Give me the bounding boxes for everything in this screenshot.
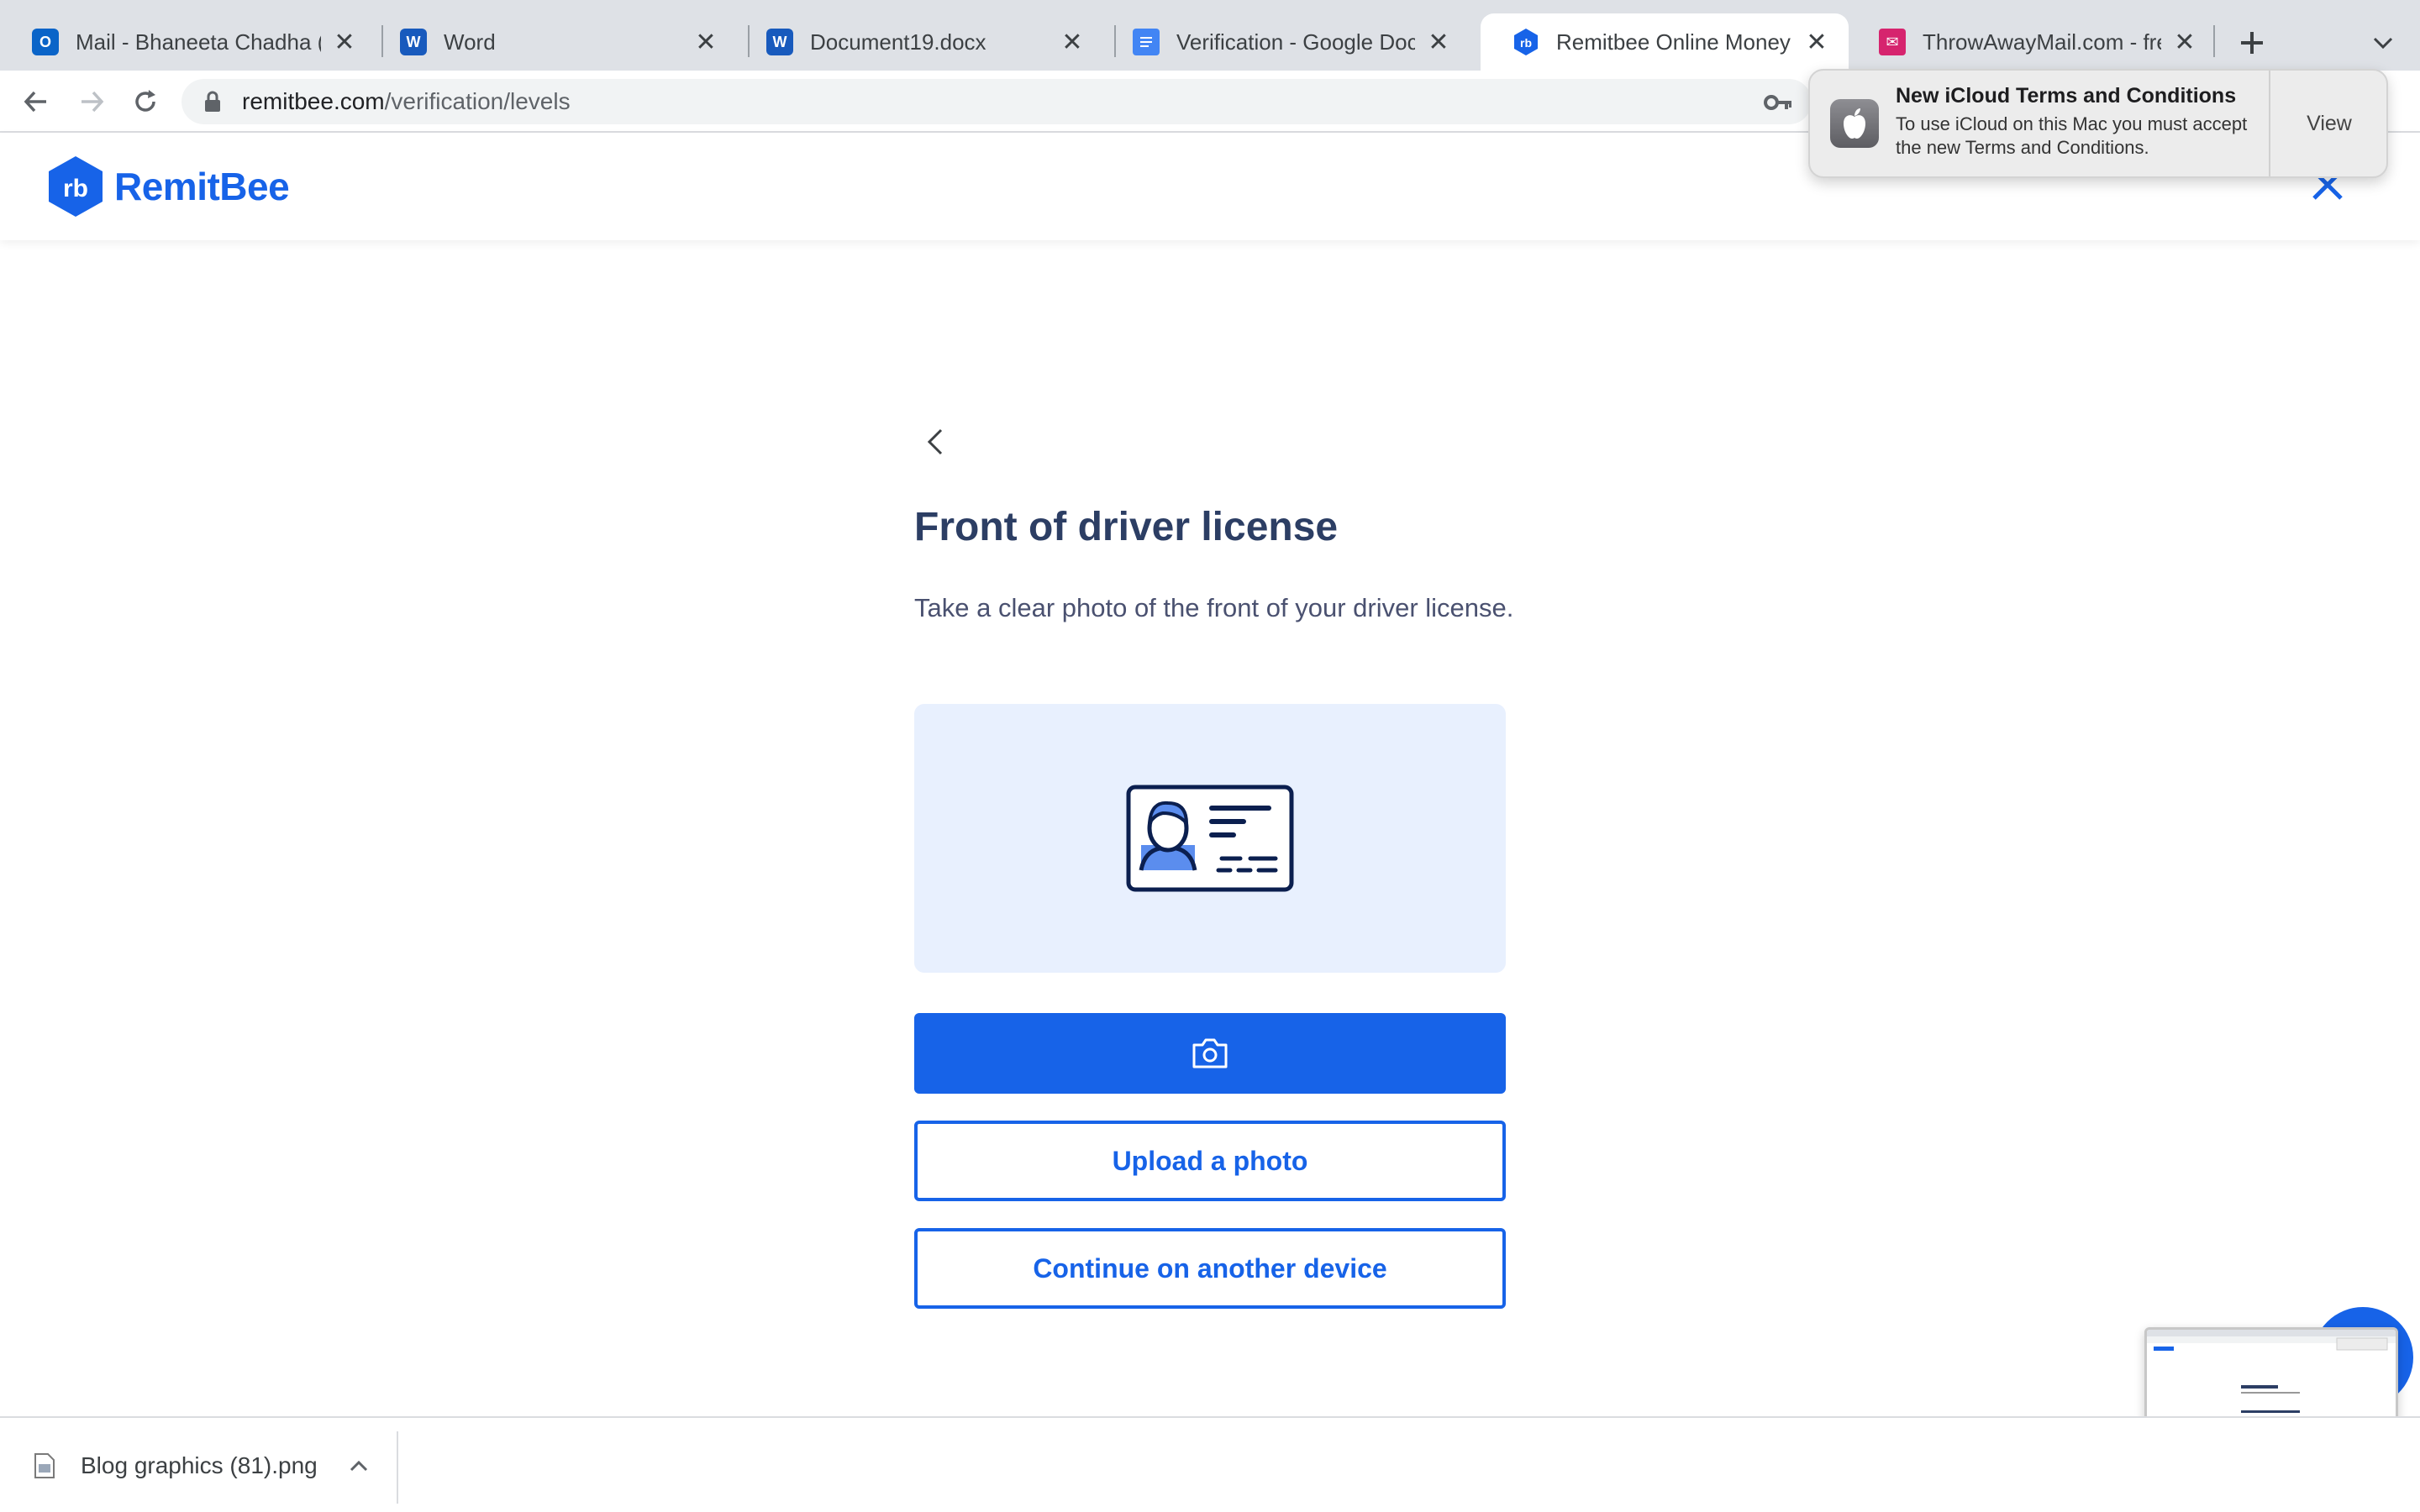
notification-title: New iCloud Terms and Conditions <box>1896 84 2237 108</box>
download-shelf: Blog graphics (81).png <box>0 1416 2420 1512</box>
browser-tab-throwawaymail[interactable]: ✉ ThrowAwayMail.com - free ✕ <box>1847 13 2217 71</box>
browser-tab-google-docs[interactable]: Verification - Google Docs ✕ <box>1101 13 1470 71</box>
close-tab-icon[interactable]: ✕ <box>329 27 360 57</box>
download-filename: Blog graphics (81).png <box>81 1452 318 1478</box>
arrow-left-icon <box>24 91 46 113</box>
browser-tab-strip: O Mail - Bhaneeta Chadha (Re ✕ W Word ✕ … <box>0 0 2420 71</box>
tab-title: Document19.docx <box>810 29 986 55</box>
arrow-right-icon <box>82 91 104 113</box>
remitbee-icon: rb <box>1512 29 1539 55</box>
chevron-left-icon[interactable] <box>919 425 953 459</box>
file-icon <box>34 1453 55 1478</box>
forward-button[interactable] <box>71 81 113 123</box>
key-icon[interactable] <box>1763 87 1793 118</box>
address-bar[interactable]: remitbee.com/verification/levels <box>182 79 1812 124</box>
icloud-notification[interactable]: New iCloud Terms and Conditions To use i… <box>1808 69 2388 178</box>
tab-title: Remitbee Online Money Tra <box>1556 29 1793 55</box>
remitbee-logo[interactable]: rb RemitBee <box>47 155 290 218</box>
throwawaymail-icon: ✉ <box>1879 29 1906 55</box>
close-tab-icon[interactable]: ✕ <box>1802 27 1832 57</box>
svg-text:rb: rb <box>1520 36 1532 50</box>
tab-separator <box>2213 25 2215 57</box>
tab-title: Word <box>444 29 496 55</box>
tab-title: Mail - Bhaneeta Chadha (Re <box>76 29 321 55</box>
url-host: remitbee.com <box>242 88 385 114</box>
new-tab-button[interactable] <box>2228 24 2275 62</box>
tab-title: ThrowAwayMail.com - free <box>1923 29 2161 55</box>
tab-search-button[interactable] <box>2363 24 2403 62</box>
browser-tab-document19[interactable]: W Document19.docx ✕ <box>734 13 1104 71</box>
close-tab-icon[interactable]: ✕ <box>1057 27 1087 57</box>
download-separator <box>397 1431 398 1504</box>
notification-view-button[interactable]: View <box>2270 71 2388 176</box>
take-photo-button[interactable] <box>914 1013 1506 1094</box>
browser-tab-mail[interactable]: O Mail - Bhaneeta Chadha (Re ✕ <box>0 13 376 71</box>
download-item[interactable]: Blog graphics (81).png <box>34 1435 371 1497</box>
tab-title: Verification - Google Docs <box>1176 29 1415 55</box>
lock-icon <box>205 91 220 112</box>
svg-text:rb: rb <box>63 175 88 202</box>
notification-body: To use iCloud on this Mac you must accep… <box>1896 113 2248 158</box>
word-icon: W <box>766 29 793 55</box>
chevron-down-icon <box>2373 37 2393 50</box>
id-card-illustration <box>914 704 1506 973</box>
reload-button[interactable] <box>124 81 166 123</box>
browser-tab-remitbee[interactable]: rb Remitbee Online Money Tra ✕ <box>1481 13 1849 71</box>
chevron-up-icon[interactable] <box>346 1453 371 1478</box>
apple-icon <box>1830 99 1879 148</box>
reload-icon <box>135 90 155 112</box>
back-button[interactable] <box>15 81 57 123</box>
google-docs-icon <box>1133 29 1160 55</box>
close-tab-icon[interactable]: ✕ <box>691 27 721 57</box>
outlook-icon: O <box>32 29 59 55</box>
close-tab-icon[interactable]: ✕ <box>1423 27 1454 57</box>
continue-another-device-button[interactable]: Continue on another device <box>914 1228 1506 1309</box>
page-title: Front of driver license <box>914 505 1339 549</box>
camera-icon <box>1192 1038 1228 1068</box>
remitbee-logo-icon: rb <box>49 156 103 217</box>
url-path: /verification/levels <box>384 88 571 114</box>
close-tab-icon[interactable]: ✕ <box>2170 27 2200 57</box>
logo-text: RemitBee <box>114 165 290 208</box>
word-icon: W <box>400 29 427 55</box>
plus-icon <box>2241 32 2263 54</box>
browser-tab-word[interactable]: W Word ✕ <box>368 13 738 71</box>
url-text: remitbee.com/verification/levels <box>242 88 571 115</box>
page-description: Take a clear photo of the front of your … <box>914 593 1514 622</box>
driver-license-icon <box>1126 785 1294 892</box>
upload-photo-button[interactable]: Upload a photo <box>914 1121 1506 1201</box>
